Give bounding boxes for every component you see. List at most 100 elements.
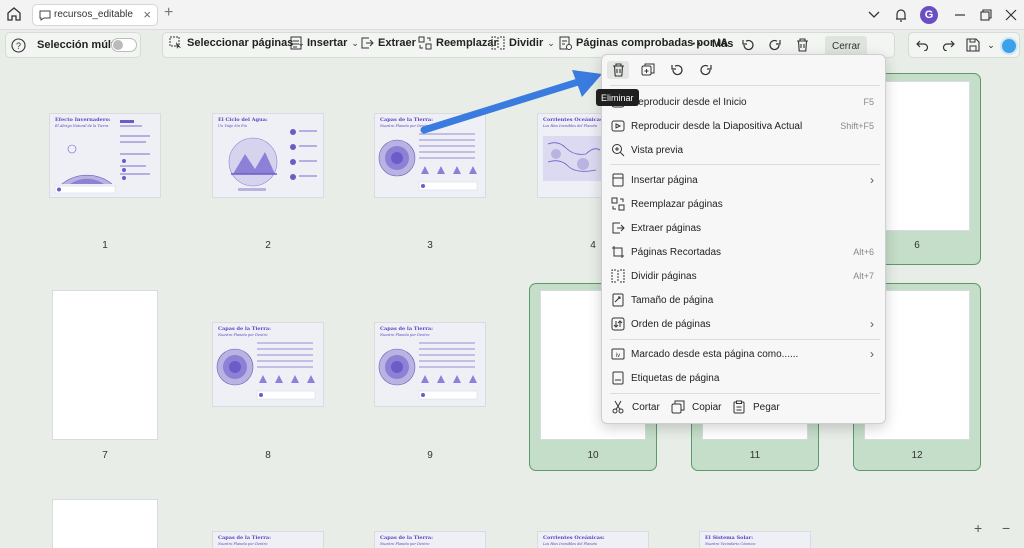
chevron-down-icon[interactable]: ⌄ (983, 37, 999, 53)
insert-page-icon (610, 172, 626, 188)
menu-separator (610, 85, 880, 86)
minimize-icon[interactable] (949, 5, 971, 25)
menu-separator (610, 164, 880, 165)
page-thumbnail[interactable]: Capas de la Tierra: Nuestro Planeta por … (213, 532, 323, 548)
slide-title: Corrientes Oceánicas: (543, 535, 605, 541)
more-label: Más (712, 37, 734, 50)
page-thumbnail[interactable]: Efecto Invernadero: El Abrigo Natural de… (50, 114, 160, 197)
page-thumbnail[interactable]: Corrientes Oceánicas: Los Ríos Invisible… (538, 532, 648, 548)
extract-icon (610, 220, 626, 236)
menu-item-label: Reproducir desde la Diapositiva Actual (631, 120, 803, 132)
save-icon[interactable] (965, 37, 981, 53)
crop-icon (610, 244, 626, 260)
menu-item-play-start[interactable]: Reproducir desde el Inicio F5 (610, 92, 880, 112)
paste-label: Pegar (753, 401, 780, 413)
menu-item-page-order[interactable]: Orden de páginas › (610, 314, 880, 334)
cut-label: Cortar (632, 401, 660, 413)
chevron-down-icon: ⌄ (547, 37, 555, 48)
home-icon[interactable] (6, 6, 26, 24)
rotate-left-icon[interactable] (666, 61, 688, 79)
more-button[interactable]: ··· Más (692, 36, 733, 51)
mark-icon: iv (610, 346, 626, 362)
duplicate-icon[interactable] (637, 61, 659, 79)
menu-item-split-pages[interactable]: Dividir páginas Alt+7 (610, 266, 880, 286)
menu-item-preview[interactable]: Vista previa (610, 140, 880, 160)
page-thumbnail[interactable]: Capas de la Tierra: Nuestro Planeta por … (375, 532, 485, 548)
restore-icon[interactable] (975, 5, 997, 25)
menu-item-extract-pages[interactable]: Extraer páginas (610, 218, 880, 238)
menu-item-replace-pages[interactable]: Reemplazar páginas (610, 194, 880, 214)
select-pages-button[interactable]: Seleccionar páginas ⌄ (169, 36, 305, 50)
tab-label: recursos_editable (54, 9, 133, 20)
split-button[interactable]: Dividir ⌄ (491, 36, 555, 50)
document-tab[interactable]: recursos_editable × (32, 4, 158, 26)
menu-item-label: Páginas Recortadas (631, 246, 722, 258)
replace-button[interactable]: Reemplazar (418, 36, 498, 50)
page-context-menu: Reproducir desde el Inicio F5 Reproducir… (601, 54, 886, 424)
page-thumbnail[interactable]: Capas de la Tierra: Nuestro Planeta por … (213, 323, 323, 406)
delete-tooltip: Eliminar (596, 89, 639, 106)
play-current-icon (610, 118, 626, 134)
redo-icon[interactable] (940, 37, 956, 53)
close-button[interactable]: Cerrar (825, 36, 868, 56)
menu-item-insert-page[interactable]: Insertar página › (610, 170, 880, 190)
rotate-right-icon[interactable] (767, 37, 783, 53)
page-number: 12 (911, 450, 923, 461)
ai-assistant-icon[interactable] (1000, 37, 1018, 55)
multi-select-toggle[interactable] (111, 38, 137, 52)
menu-item-mark-from-page[interactable]: iv Marcado desde esta página como...... … (610, 344, 880, 364)
chevron-down-icon: ⌄ (351, 37, 359, 48)
tab-close-icon[interactable]: × (143, 7, 151, 22)
slide-illustration (228, 129, 317, 191)
cut-button[interactable]: Cortar (611, 400, 660, 414)
shortcut-label: Shift+F5 (840, 121, 874, 131)
slide-subtitle: Nuestro Planeta por Dentro (218, 542, 268, 546)
new-tab-icon[interactable]: + (164, 4, 173, 22)
chevron-down-icon[interactable] (863, 5, 885, 25)
help-icon[interactable]: ? (10, 37, 26, 53)
zoom-out-icon[interactable]: − (1002, 520, 1010, 536)
extract-button[interactable]: Extraer (360, 36, 416, 50)
svg-text:iv: iv (616, 353, 620, 359)
page-thumbnail[interactable] (53, 500, 157, 548)
insert-button[interactable]: Insertar ⌄ (289, 36, 359, 50)
menu-item-page-labels[interactable]: Etiquetas de página (610, 368, 880, 388)
menu-separator (610, 339, 880, 340)
copy-button[interactable]: Copiar (671, 400, 721, 414)
slide-subtitle: Nuestro Planeta por Dentro (380, 542, 430, 546)
page-number: 3 (427, 240, 433, 251)
insert-icon (290, 36, 302, 50)
close-icon[interactable] (1000, 5, 1022, 25)
extract-icon (361, 37, 374, 49)
rotate-left-icon[interactable] (740, 37, 756, 53)
menu-item-label: Dividir páginas (631, 270, 697, 282)
zoom-in-icon[interactable]: + (974, 520, 982, 536)
menu-item-play-current[interactable]: Reproducir desde la Diapositiva Actual S… (610, 116, 880, 136)
page-thumbnail[interactable] (53, 291, 157, 439)
trash-icon[interactable] (794, 37, 810, 53)
page-thumbnail[interactable]: El Ciclo del Agua: Un Viaje Sin Fin (213, 114, 323, 197)
menu-item-label: Reproducir desde el Inicio (631, 96, 747, 108)
page-thumbnail[interactable]: Capas de la Tierra: Nuestro Planeta por … (375, 114, 485, 197)
page-number: 9 (427, 450, 433, 461)
page-thumbnail[interactable]: El Sistema Solar: Nuestro Vecindario Cós… (700, 532, 810, 548)
replace-icon (418, 36, 432, 50)
extract-label: Extraer (378, 37, 416, 49)
trash-icon[interactable] (607, 61, 629, 79)
submenu-arrow-icon: › (870, 173, 874, 187)
page-thumbnail[interactable]: Capas de la Tierra: Nuestro Planeta por … (375, 323, 485, 406)
select-cursor-icon (169, 36, 181, 49)
undo-icon[interactable] (914, 37, 930, 53)
bell-icon[interactable] (890, 5, 912, 25)
select-pages-label: Seleccionar páginas (187, 37, 294, 49)
split-icon (491, 36, 505, 50)
menu-item-cropped-pages[interactable]: Páginas Recortadas Alt+6 (610, 242, 880, 262)
user-avatar[interactable]: G (920, 6, 938, 24)
split-label: Dividir (509, 37, 544, 49)
submenu-arrow-icon: › (870, 347, 874, 361)
rotate-right-icon[interactable] (695, 61, 717, 79)
paste-button[interactable]: Pegar (732, 400, 780, 414)
slide-illustration (378, 133, 478, 191)
menu-item-page-size[interactable]: Tamaño de página (610, 290, 880, 310)
menu-item-label: Tamaño de página (631, 294, 714, 306)
